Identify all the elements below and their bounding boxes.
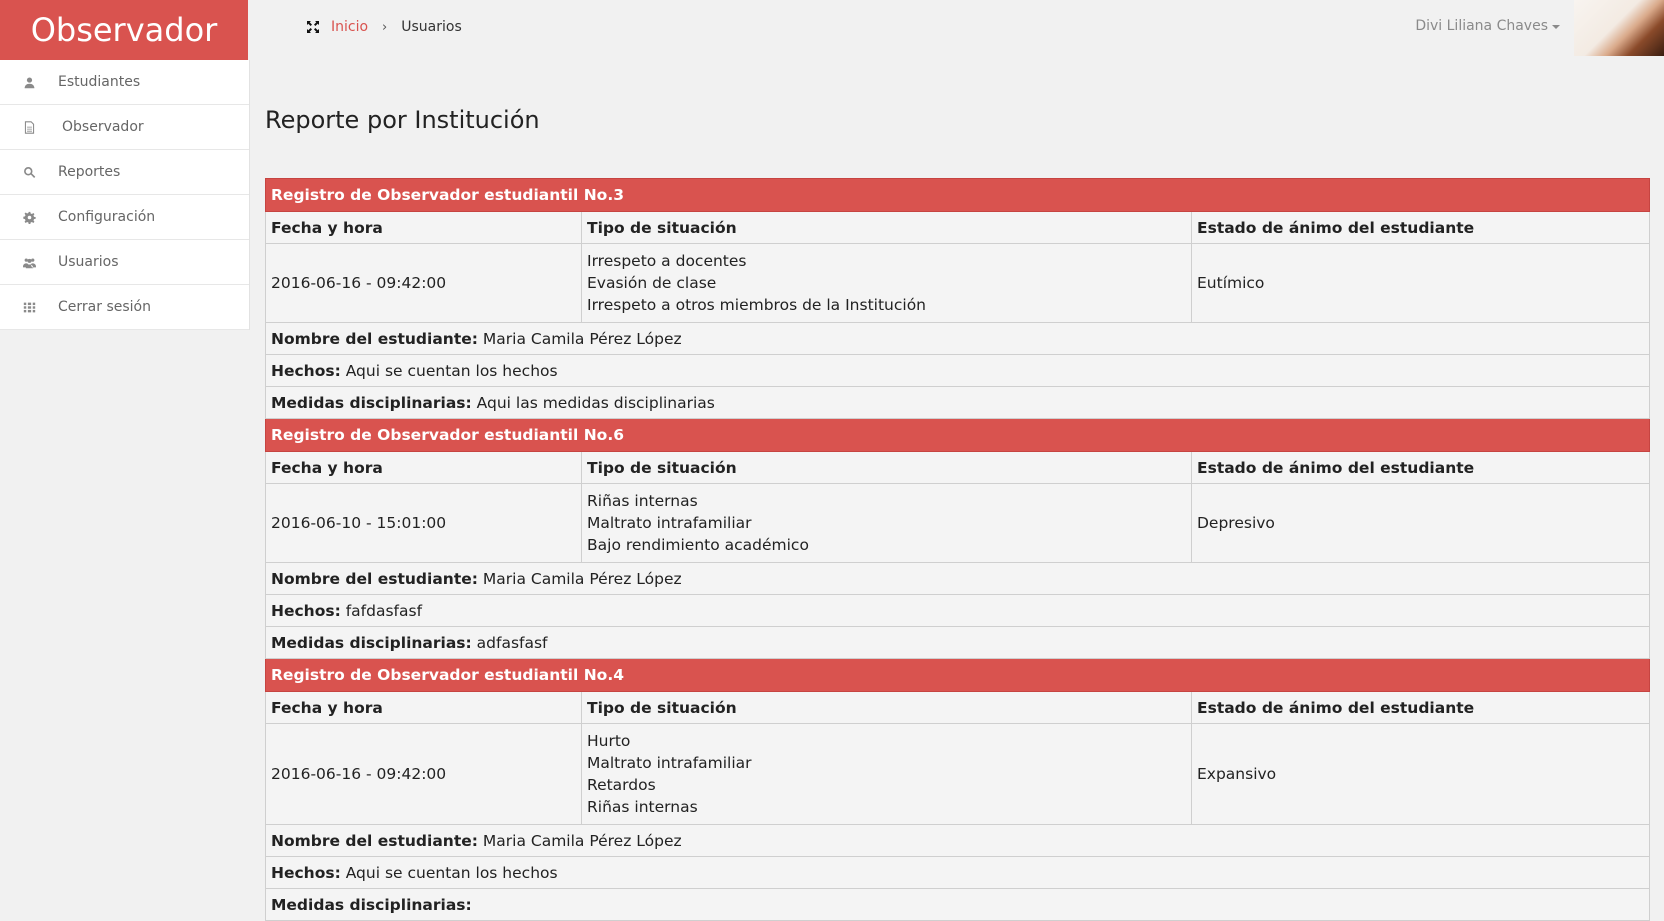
record-header: Registro de Observador estudiantil No.3	[264, 178, 1651, 212]
facts-label: Hechos:	[271, 361, 341, 380]
facts-text: Aqui se cuentan los hechos	[345, 863, 558, 882]
facts-text: Aqui se cuentan los hechos	[345, 361, 558, 380]
table-row: 2016-06-16 - 09:42:00 Hurto Maltrato int…	[265, 723, 1651, 825]
record-title: Registro de Observador estudiantil No.4	[264, 658, 1651, 692]
search-icon	[0, 166, 58, 179]
sidebar-item-label: Configuración	[58, 209, 156, 225]
record-mood: Eutímico	[1190, 243, 1651, 323]
measures-row: Medidas disciplinarias:	[264, 888, 1651, 921]
record-title: Registro de Observador estudiantil No.3	[264, 178, 1651, 212]
sidebar-item-label: Cerrar sesión	[58, 299, 151, 315]
record-header: Registro de Observador estudiantil No.6	[264, 418, 1651, 452]
facts-row: Hechos: fafdasfasf	[264, 594, 1651, 627]
app-brand[interactable]: Observador	[0, 0, 248, 60]
situation-item: Bajo rendimiento académico	[587, 536, 809, 554]
record-mood: Depresivo	[1190, 483, 1651, 563]
sidebar: Estudiantes Observador Reportes Configur…	[0, 60, 250, 330]
sidebar-item-configuracion[interactable]: Configuración	[0, 195, 249, 240]
column-header-date: Fecha y hora	[265, 691, 582, 724]
sidebar-item-estudiantes[interactable]: Estudiantes	[0, 60, 249, 105]
report-table: Registro de Observador estudiantil No.3 …	[264, 178, 1651, 921]
table-row: 2016-06-10 - 15:01:00 Riñas internas Mal…	[265, 483, 1651, 563]
student-name: Maria Camila Pérez López	[482, 329, 682, 348]
measures-label: Medidas disciplinarias:	[271, 633, 472, 652]
column-header-situation: Tipo de situación	[581, 451, 1192, 484]
user-icon	[0, 76, 58, 89]
page-title: Reporte por Institución	[265, 106, 540, 134]
column-header-situation: Tipo de situación	[581, 211, 1192, 244]
measures-text: adfasfasf	[476, 633, 548, 652]
column-header-mood: Estado de ánimo del estudiante	[1190, 451, 1651, 484]
sidebar-item-reportes[interactable]: Reportes	[0, 150, 249, 195]
measures-label: Medidas disciplinarias:	[271, 393, 472, 412]
topbar: Inicio › Usuarios Divi Liliana Chaves	[249, 0, 1664, 57]
situation-item: Evasión de clase	[587, 274, 717, 292]
student-label: Nombre del estudiante:	[271, 569, 478, 588]
column-header-mood: Estado de ánimo del estudiante	[1190, 211, 1651, 244]
sidebar-item-observador[interactable]: Observador	[0, 105, 249, 150]
facts-text: fafdasfasf	[345, 601, 423, 620]
column-header-row: Fecha y hora Tipo de situación Estado de…	[265, 451, 1651, 484]
breadcrumb-home-link[interactable]: Inicio	[331, 19, 368, 35]
column-header-row: Fecha y hora Tipo de situación Estado de…	[265, 211, 1651, 244]
facts-label: Hechos:	[271, 863, 341, 882]
user-name: Divi Liliana Chaves	[1415, 18, 1548, 34]
sidebar-item-cerrar-sesion[interactable]: Cerrar sesión	[0, 285, 249, 330]
measures-row: Medidas disciplinarias: Aqui las medidas…	[264, 386, 1651, 419]
users-icon	[0, 256, 58, 269]
facts-row: Hechos: Aqui se cuentan los hechos	[264, 354, 1651, 387]
record-situations: Hurto Maltrato intrafamiliar Retardos Ri…	[581, 723, 1192, 825]
record-situations: Riñas internas Maltrato intrafamiliar Ba…	[581, 483, 1192, 563]
avatar[interactable]	[1574, 0, 1664, 56]
gear-icon	[0, 211, 58, 224]
situation-item: Maltrato intrafamiliar	[587, 514, 752, 532]
column-header-situation: Tipo de situación	[581, 691, 1192, 724]
record-datetime: 2016-06-10 - 15:01:00	[265, 483, 582, 563]
measures-label: Medidas disciplinarias:	[271, 895, 472, 914]
situation-item: Riñas internas	[587, 492, 698, 510]
record-situations: Irrespeto a docentes Evasión de clase Ir…	[581, 243, 1192, 323]
column-header-date: Fecha y hora	[265, 451, 582, 484]
column-header-mood: Estado de ánimo del estudiante	[1190, 691, 1651, 724]
caret-down-icon	[1552, 25, 1560, 29]
measures-row: Medidas disciplinarias: adfasfasf	[264, 626, 1651, 659]
student-name: Maria Camila Pérez López	[482, 831, 682, 850]
student-row: Nombre del estudiante: Maria Camila Pére…	[264, 562, 1651, 595]
chevron-right-icon: ›	[382, 19, 388, 35]
facts-label: Hechos:	[271, 601, 341, 620]
grid-icon	[0, 301, 58, 314]
table-row: 2016-06-16 - 09:42:00 Irrespeto a docent…	[265, 243, 1651, 323]
student-label: Nombre del estudiante:	[271, 329, 478, 348]
situation-item: Irrespeto a otros miembros de la Institu…	[587, 296, 927, 314]
column-header-date: Fecha y hora	[265, 211, 582, 244]
column-header-row: Fecha y hora Tipo de situación Estado de…	[265, 691, 1651, 724]
document-icon	[0, 120, 58, 134]
sidebar-item-label: Reportes	[58, 164, 121, 180]
sidebar-item-label: Observador	[62, 119, 144, 135]
student-label: Nombre del estudiante:	[271, 831, 478, 850]
student-row: Nombre del estudiante: Maria Camila Pére…	[264, 322, 1651, 355]
situation-item: Hurto	[587, 732, 631, 750]
record-datetime: 2016-06-16 - 09:42:00	[265, 243, 582, 323]
record-title: Registro de Observador estudiantil No.6	[264, 418, 1651, 452]
sidebar-item-label: Estudiantes	[58, 74, 141, 90]
sidebar-item-label: Usuarios	[58, 254, 119, 270]
measures-text: Aqui las medidas disciplinarias	[476, 393, 715, 412]
breadcrumb: Inicio › Usuarios	[307, 19, 462, 35]
record-mood: Expansivo	[1190, 723, 1651, 825]
situation-item: Retardos	[587, 776, 656, 794]
student-name: Maria Camila Pérez López	[482, 569, 682, 588]
expand-icon[interactable]	[307, 21, 319, 33]
record-datetime: 2016-06-16 - 09:42:00	[265, 723, 582, 825]
situation-item: Riñas internas	[587, 798, 698, 816]
facts-row: Hechos: Aqui se cuentan los hechos	[264, 856, 1651, 889]
record-header: Registro de Observador estudiantil No.4	[264, 658, 1651, 692]
user-menu[interactable]: Divi Liliana Chaves	[1415, 18, 1560, 34]
situation-item: Irrespeto a docentes	[587, 252, 747, 270]
student-row: Nombre del estudiante: Maria Camila Pére…	[264, 824, 1651, 857]
sidebar-item-usuarios[interactable]: Usuarios	[0, 240, 249, 285]
breadcrumb-current: Usuarios	[401, 19, 462, 35]
situation-item: Maltrato intrafamiliar	[587, 754, 752, 772]
